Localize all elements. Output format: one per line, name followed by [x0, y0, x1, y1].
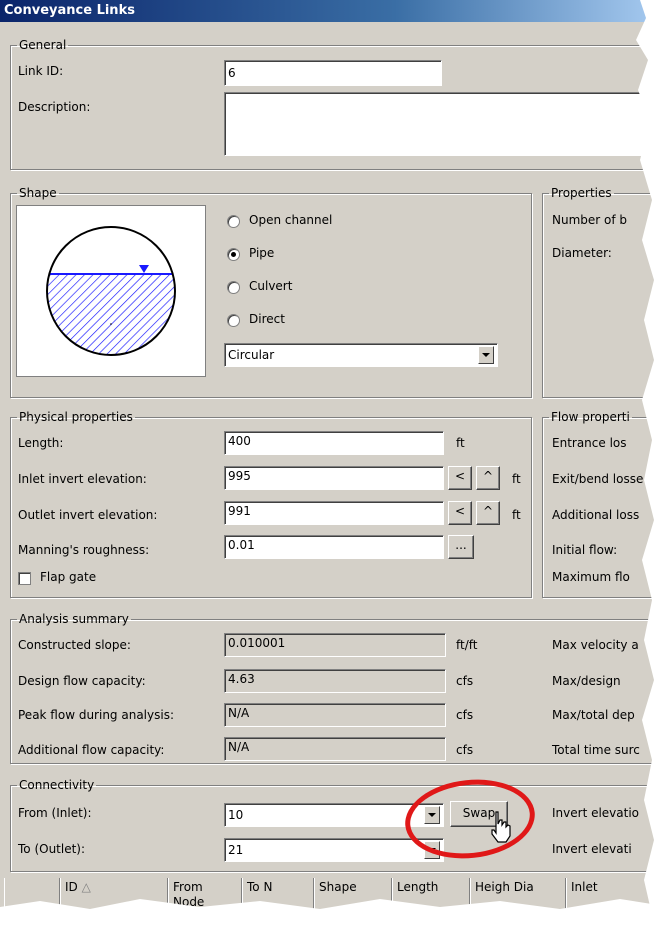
torn-edge-decoration — [636, 0, 658, 915]
entrance-loss-label: Entrance los — [552, 436, 627, 450]
shape-legend: Shape — [19, 186, 57, 200]
flap-gate-checkbox[interactable] — [18, 572, 31, 585]
inlet-less-button[interactable]: < — [448, 466, 472, 490]
connectivity-legend: Connectivity — [19, 778, 95, 792]
cross-section-dropdown-icon[interactable] — [478, 346, 494, 364]
to-outlet-value: 21 — [228, 843, 244, 857]
sort-ascending-icon: △ — [77, 880, 91, 894]
properties-legend: Properties — [551, 186, 612, 200]
additional-flow-capacity-label: Additional flow capacity: — [18, 743, 165, 757]
torn-bottom-decoration — [0, 899, 658, 915]
outlet-invert-input[interactable]: 991 — [224, 501, 444, 525]
radio-culvert-label: Culvert — [249, 279, 293, 293]
length-unit: ft — [456, 436, 465, 450]
radio-direct[interactable] — [227, 314, 240, 327]
to-outlet-label: To (Outlet): — [18, 842, 86, 856]
link-id-label: Link ID: — [18, 64, 64, 78]
from-inlet-label: From (Inlet): — [18, 806, 92, 820]
mouse-cursor-icon — [491, 811, 511, 843]
number-of-barrels-label: Number of b — [552, 213, 628, 227]
analysis-summary-legend: Analysis summary — [19, 612, 129, 626]
to-outlet-select[interactable]: 21 — [224, 838, 444, 862]
outlet-caret-button[interactable]: ^ — [476, 501, 500, 525]
pipe-preview — [16, 205, 206, 377]
pipe-cross-section-icon — [46, 226, 176, 356]
peak-flow-unit: cfs — [456, 708, 474, 722]
description-label: Description: — [18, 100, 91, 114]
outlet-invert-label: Outlet invert elevation: — [18, 508, 158, 522]
initial-flow-label: Initial flow: — [552, 543, 618, 557]
length-label: Length: — [18, 436, 64, 450]
constructed-slope-label: Constructed slope: — [18, 638, 131, 652]
diameter-label: Diameter: — [552, 246, 612, 260]
peak-flow-value: N/A — [224, 703, 446, 727]
manning-input[interactable]: 0.01 — [224, 535, 444, 559]
general-legend: General — [19, 38, 67, 52]
outlet-less-button[interactable]: < — [448, 501, 472, 525]
conveyance-links-window: Conveyance Links General Link ID: 6 Desc… — [0, 0, 658, 915]
flap-gate-label: Flap gate — [40, 570, 97, 584]
inlet-invert-unit: ft — [512, 472, 521, 486]
manning-browse-button[interactable]: ... — [448, 535, 474, 559]
length-input[interactable]: 400 — [224, 431, 444, 455]
radio-pipe[interactable] — [227, 248, 240, 261]
design-flow-capacity-unit: cfs — [456, 674, 474, 688]
radio-culvert[interactable] — [227, 281, 240, 294]
peak-flow-label: Peak flow during analysis: — [18, 708, 174, 722]
description-input[interactable] — [224, 92, 658, 156]
max-design-label: Max/design — [552, 674, 621, 688]
link-id-input[interactable]: 6 — [224, 60, 442, 86]
inlet-caret-button[interactable]: ^ — [476, 466, 500, 490]
title-bar: Conveyance Links — [0, 0, 658, 22]
inlet-invert-label: Inlet invert elevation: — [18, 472, 147, 486]
outlet-invert-unit: ft — [512, 508, 521, 522]
design-flow-capacity-label: Design flow capacity: — [18, 674, 146, 688]
cross-section-select[interactable]: Circular — [224, 343, 498, 367]
constructed-slope-unit: ft/ft — [456, 638, 478, 652]
inlet-invert-input[interactable]: 995 — [224, 466, 444, 490]
constructed-slope-value: 0.010001 — [224, 633, 446, 657]
additional-flow-capacity-unit: cfs — [456, 743, 474, 757]
radio-open-channel-label: Open channel — [249, 213, 333, 227]
radio-direct-label: Direct — [249, 312, 285, 326]
radio-pipe-label: Pipe — [249, 246, 275, 260]
design-flow-capacity-value: 4.63 — [224, 669, 446, 693]
from-inlet-value: 10 — [228, 808, 244, 822]
window-title: Conveyance Links — [4, 3, 135, 18]
additional-flow-capacity-value: N/A — [224, 737, 446, 761]
manning-label: Manning's roughness: — [18, 543, 150, 557]
cross-section-value: Circular — [228, 348, 275, 362]
radio-open-channel[interactable] — [227, 215, 240, 228]
physical-properties-legend: Physical properties — [19, 410, 133, 424]
